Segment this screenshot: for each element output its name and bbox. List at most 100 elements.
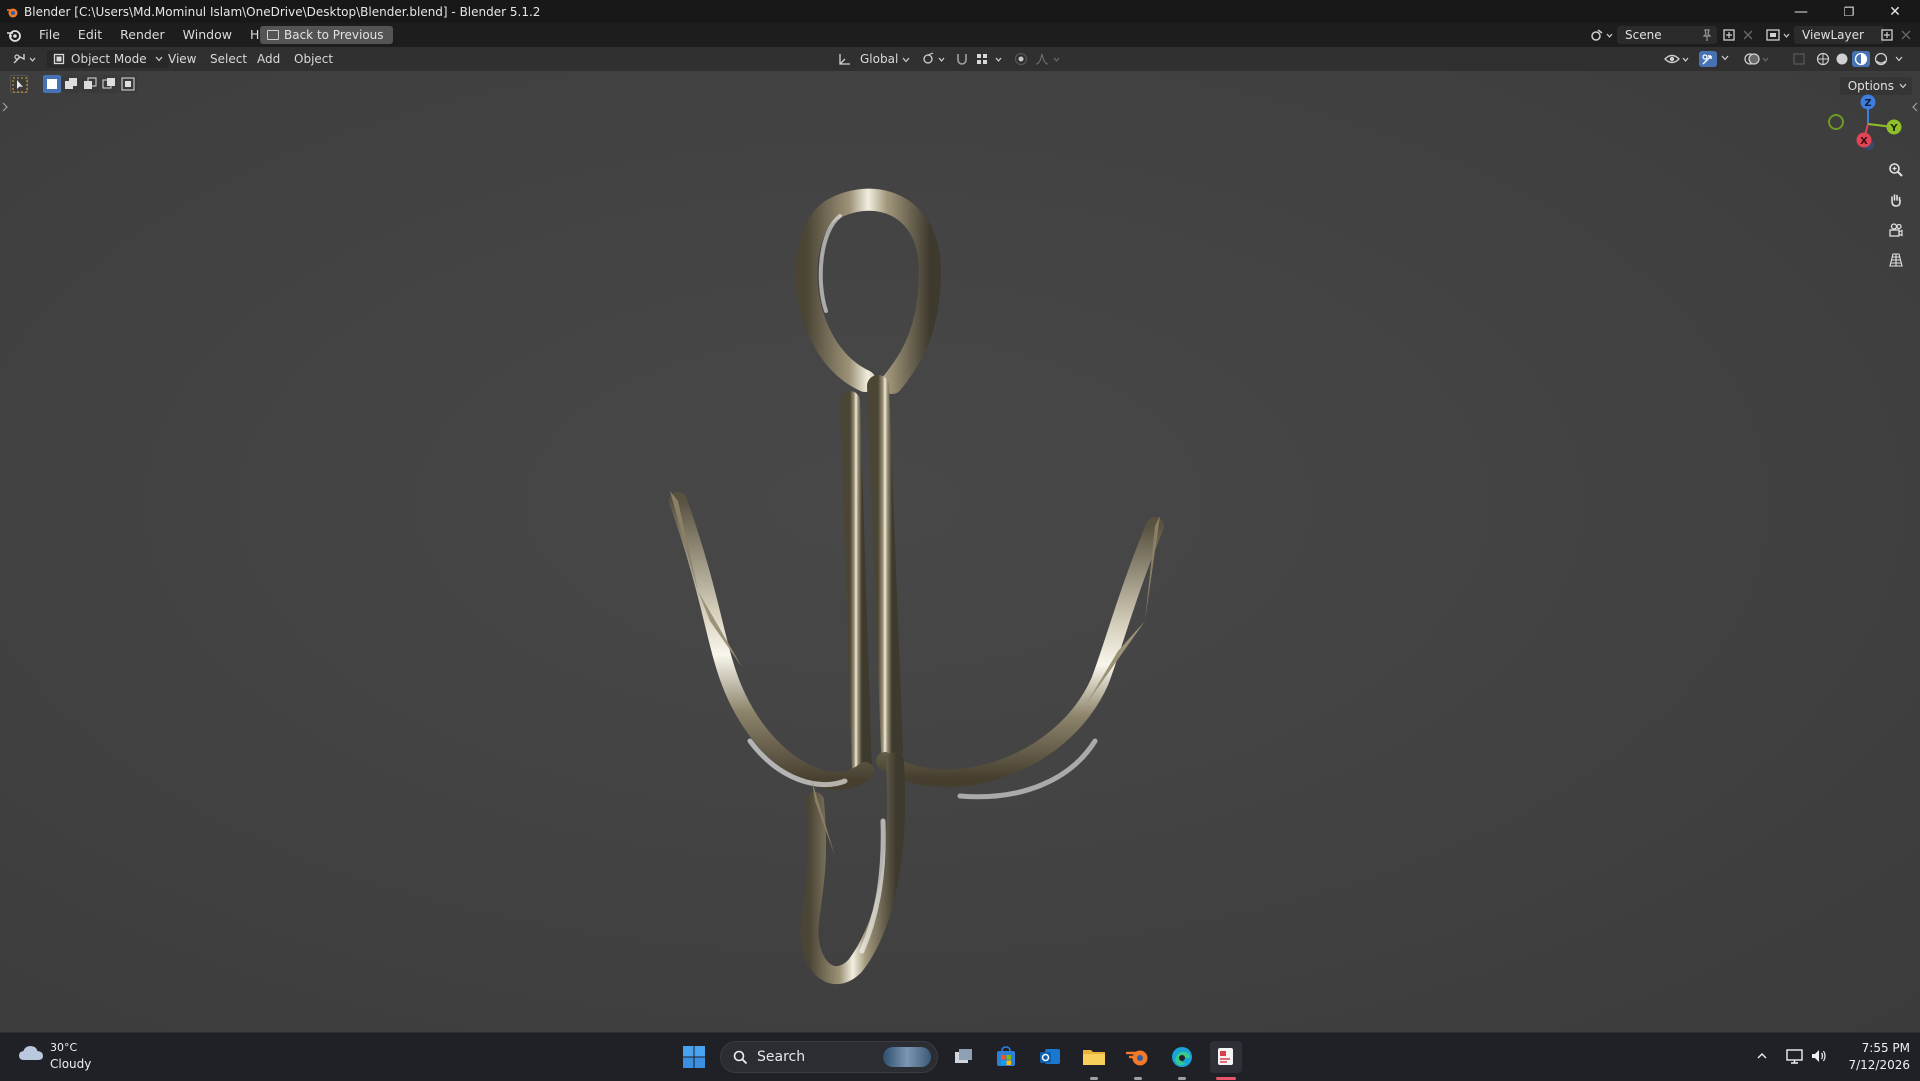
delete-scene-icon[interactable] <box>1742 29 1754 41</box>
blender-menu-icon[interactable] <box>6 28 22 42</box>
menu-window[interactable]: Window <box>174 23 241 47</box>
select-new-icon <box>47 79 57 89</box>
blender-logo-icon <box>7 8 18 17</box>
proportional-editing-icon[interactable] <box>1014 52 1028 66</box>
back-to-previous-label: Back to Previous <box>284 28 384 42</box>
clock-date[interactable]: 7/12/2026 <box>1842 1058 1910 1072</box>
orientation-axis-icon <box>839 54 850 65</box>
edge-browser-button[interactable] <box>1166 1041 1198 1073</box>
search-placeholder: Search <box>757 1049 806 1065</box>
menu-view[interactable]: View <box>168 47 196 71</box>
weather-description: Cloudy <box>50 1057 92 1071</box>
volume-icon[interactable] <box>1810 1047 1828 1065</box>
select-subtract-button[interactable] <box>81 75 99 93</box>
overlays-icon[interactable] <box>1744 52 1772 66</box>
visibility-icon[interactable] <box>1664 52 1692 66</box>
toolbar-expand-icon[interactable] <box>1 101 9 113</box>
top-menu-bar: File Edit Render Window Help Back to Pre… <box>0 23 1920 47</box>
scene-selector-icon[interactable] <box>1590 28 1614 42</box>
windows-logo-icon <box>683 1046 705 1068</box>
navigation-gizmo[interactable]: Z Y X <box>1820 93 1910 157</box>
pin-icon[interactable] <box>1700 28 1714 42</box>
material-preview-button[interactable] <box>1852 51 1870 67</box>
select-new-button[interactable] <box>43 75 61 93</box>
minimize-button[interactable]: — <box>1778 0 1824 23</box>
delete-view-layer-icon[interactable] <box>1900 29 1912 41</box>
chevron-down-icon[interactable] <box>1894 54 1904 64</box>
start-button[interactable] <box>678 1041 710 1073</box>
back-to-previous-button[interactable]: Back to Previous <box>260 26 393 44</box>
network-icon[interactable] <box>1786 1047 1804 1065</box>
file-explorer-button[interactable] <box>1078 1041 1110 1073</box>
weather-temperature: 30°C <box>50 1041 78 1054</box>
clock-time[interactable]: 7:55 PM <box>1842 1041 1910 1055</box>
chevron-up-icon[interactable] <box>1756 1051 1768 1061</box>
3d-viewport[interactable]: Options Z Y X <box>0 71 1920 1032</box>
gizmo-y-label: Y <box>1889 123 1898 134</box>
outlook-button[interactable] <box>1034 1041 1066 1073</box>
weather-widget[interactable]: 30°C Cloudy <box>18 1041 91 1071</box>
menu-file[interactable]: File <box>30 23 69 47</box>
view-layer-field[interactable]: ViewLayer <box>1794 26 1884 44</box>
select-intersect-button[interactable] <box>119 75 137 93</box>
blender-taskbar-button[interactable] <box>1122 1041 1154 1073</box>
options-label: Options <box>1847 79 1894 93</box>
object-mode-icon <box>53 53 65 65</box>
task-view-button[interactable] <box>948 1041 980 1073</box>
menu-render[interactable]: Render <box>111 23 174 47</box>
transform-orientation-dropdown[interactable]: Global <box>838 47 916 71</box>
snipping-tool-icon <box>1218 1048 1233 1065</box>
pivot-point-icon[interactable] <box>922 52 948 66</box>
search-icon <box>733 1050 748 1065</box>
select-subtract-icon <box>84 77 97 89</box>
wireframe-shading-icon[interactable] <box>1816 52 1830 66</box>
falloff-icon[interactable] <box>1034 52 1064 66</box>
snap-target-icon[interactable] <box>976 52 1006 66</box>
object-mode-label: Object Mode <box>71 52 147 66</box>
xray-toggle-icon[interactable] <box>1792 52 1806 66</box>
chevron-down-icon[interactable] <box>1720 53 1730 63</box>
gizmo-toggle-button[interactable] <box>1699 51 1717 67</box>
task-view-icon <box>955 1049 972 1063</box>
zoom-button[interactable] <box>1884 158 1908 182</box>
fish-hook-model[interactable] <box>640 121 1200 1061</box>
pan-button[interactable] <box>1884 188 1908 212</box>
grid-perspective-icon <box>1889 253 1903 267</box>
folder-icon <box>1083 1050 1105 1065</box>
microsoft-store-button[interactable] <box>990 1041 1022 1073</box>
search-highlight-image <box>883 1047 931 1067</box>
camera-view-button[interactable] <box>1884 218 1908 242</box>
rendered-shading-icon[interactable] <box>1874 52 1888 66</box>
menu-object[interactable]: Object <box>294 47 333 71</box>
selection-mode-toolbar <box>10 75 138 95</box>
gizmo-x-label: X <box>1860 136 1868 147</box>
select-extend-button[interactable] <box>62 75 80 93</box>
new-view-layer-icon[interactable] <box>1880 28 1894 42</box>
back-icon <box>267 30 279 40</box>
material-preview-icon <box>1854 52 1868 66</box>
solid-shading-icon[interactable] <box>1835 52 1849 66</box>
cloud-icon <box>19 1046 43 1060</box>
snipping-tool-button[interactable] <box>1210 1041 1242 1073</box>
maximize-button[interactable]: ❐ <box>1826 0 1872 23</box>
taskbar-search-box[interactable]: Search <box>720 1041 938 1073</box>
window-title: Blender [C:\Users\Md.Mominul Islam\OneDr… <box>24 4 541 19</box>
close-button[interactable]: ✕ <box>1872 0 1918 23</box>
window-titlebar: Blender [C:\Users\Md.Mominul Islam\OneDr… <box>0 0 1920 23</box>
hand-icon <box>1891 194 1901 207</box>
snap-toggle-icon[interactable] <box>955 52 969 66</box>
new-scene-icon[interactable] <box>1722 28 1736 42</box>
select-tool-button[interactable] <box>10 75 28 93</box>
select-invert-button[interactable] <box>100 75 118 93</box>
select-extend-icon <box>65 78 77 89</box>
perspective-toggle-button[interactable] <box>1884 248 1908 272</box>
menu-add[interactable]: Add <box>257 47 280 71</box>
view-layer-icon[interactable] <box>1766 28 1792 42</box>
menu-edit[interactable]: Edit <box>69 23 111 47</box>
sidebar-expand-icon[interactable] <box>1911 101 1919 113</box>
menu-select[interactable]: Select <box>210 47 247 71</box>
edge-icon <box>1172 1047 1192 1067</box>
object-mode-dropdown[interactable]: Object Mode <box>47 50 169 68</box>
editor-type-icon[interactable] <box>12 52 38 66</box>
viewport-header: Object Mode View Select Add Object Globa… <box>0 47 1920 71</box>
